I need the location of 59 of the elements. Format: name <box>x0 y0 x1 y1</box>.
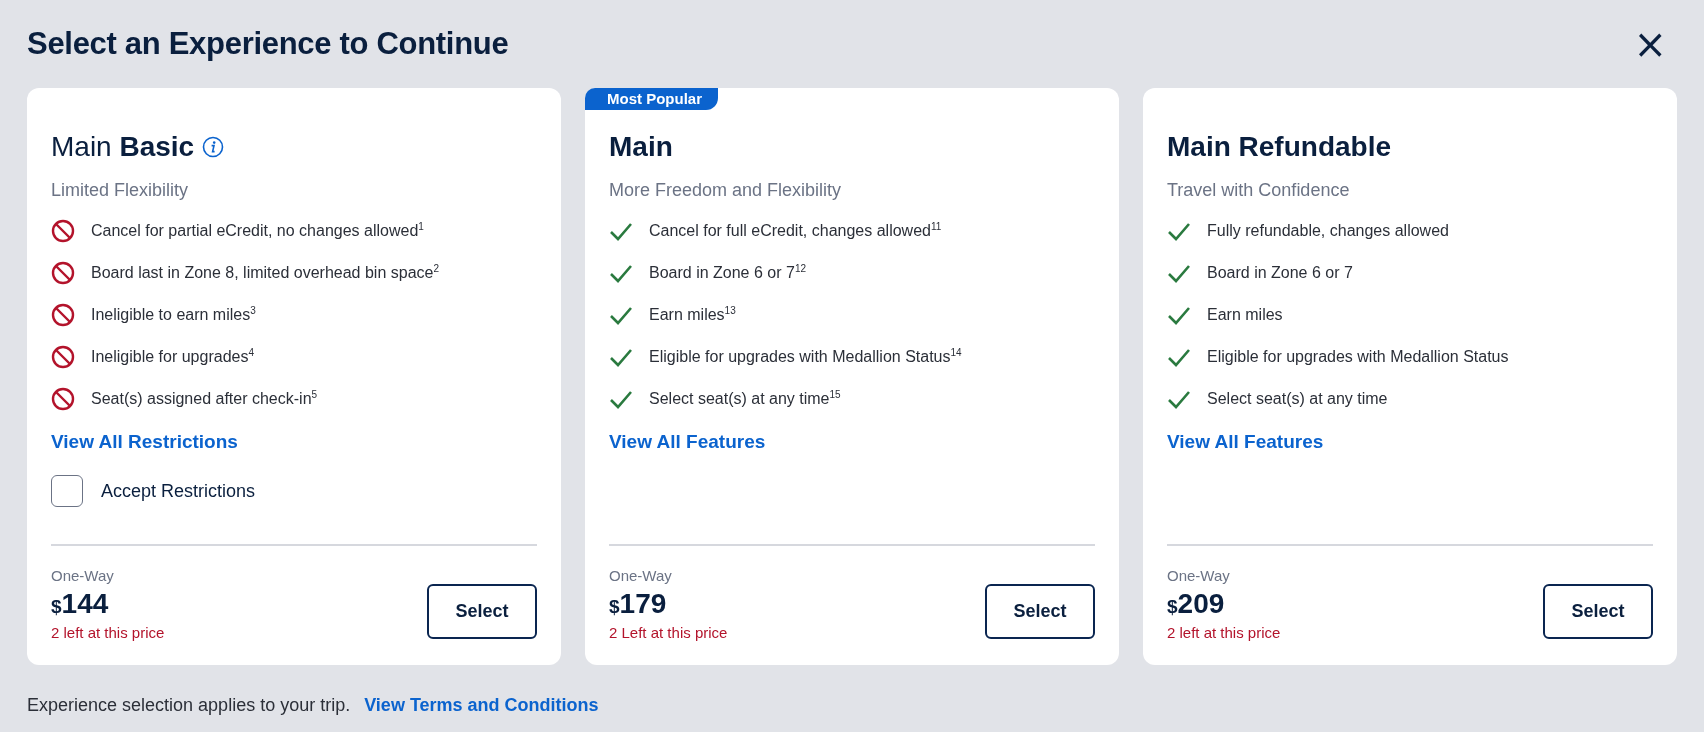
checkmark-icon <box>609 263 633 283</box>
feature-text: Select seat(s) at any time <box>1207 389 1388 409</box>
checkbox[interactable] <box>51 475 83 507</box>
feature-text: Eligible for upgrades with Medallion Status$^{14}$ <box>649 345 962 367</box>
checkmark-icon <box>1167 263 1191 283</box>
trip-type: One-Way <box>1167 566 1231 586</box>
feature-text: Board in Zone 6 or 7 <box>1207 263 1353 283</box>
view-all-link[interactable]: View All Restrictions <box>51 430 238 454</box>
price: $144 <box>51 588 110 621</box>
feature-text: Select seat(s) at any time$^{15}$ <box>649 387 841 409</box>
view-all-link[interactable]: View All Features <box>1167 430 1324 454</box>
fare-title: Main Basic <box>51 130 195 164</box>
feature-text: Fully refundable, changes allowed <box>1207 221 1449 241</box>
fare-subtitle: Travel with Confidence <box>1167 179 1351 202</box>
checkbox-label: Accept Restrictions <box>101 480 256 502</box>
footer-note: Experience selection applies to your trip. <box>27 695 351 716</box>
info-icon[interactable] <box>202 136 225 158</box>
prohibited-icon <box>51 219 75 243</box>
price: $209 <box>1167 588 1226 621</box>
prohibited-icon <box>51 387 75 411</box>
feature-text: Eligible for upgrades with Medallion Status <box>1207 347 1509 367</box>
select-button[interactable]: Select <box>985 584 1095 639</box>
trip-type: One-Way <box>609 566 673 586</box>
feature-text: Board last in Zone 8, limited overhead bin space$^{2}$ <box>91 261 439 283</box>
trip-type: One-Way <box>51 566 115 586</box>
price: $179 <box>609 588 668 621</box>
checkmark-icon <box>1167 305 1191 325</box>
availability-note: 2 Left at this price <box>609 623 728 643</box>
checkmark-icon <box>1167 347 1191 367</box>
checkmark-icon <box>609 389 633 409</box>
view-all-link[interactable]: View All Features <box>609 430 766 454</box>
checkmark-icon <box>609 305 633 325</box>
feature-text: Ineligible for upgrades$^{4}$ <box>91 345 254 367</box>
feature-text: Cancel for partial eCredit, no changes allowed$^{1}$ <box>91 219 424 241</box>
dialog-title: Select an Experience to Continue <box>27 26 509 62</box>
fare-subtitle: Limited Flexibility <box>51 179 190 202</box>
most-popular-badge: Most Popular <box>585 88 718 110</box>
checkmark-icon <box>609 347 633 367</box>
feature-text: Seat(s) assigned after check-in$^{5}$ <box>91 387 318 409</box>
fare-title: Main <box>609 130 673 164</box>
feature-text: Board in Zone 6 or 7$^{12}$ <box>649 261 806 283</box>
checkmark-icon <box>1167 221 1191 241</box>
feature-text: Earn miles <box>1207 305 1283 325</box>
feature-text: Cancel for full eCredit, changes allowed$^{11}$ <box>649 219 942 241</box>
prohibited-icon <box>51 345 75 369</box>
terms-link[interactable]: View Terms and Conditions <box>364 695 599 716</box>
fare-title: Main Refundable <box>1167 130 1391 164</box>
prohibited-icon <box>51 303 75 327</box>
availability-note: 2 left at this price <box>51 623 165 643</box>
feature-text: Earn miles$^{13}$ <box>649 303 736 325</box>
availability-note: 2 left at this price <box>1167 623 1281 643</box>
checkmark-icon <box>1167 389 1191 409</box>
feature-text: Ineligible to earn miles$^{3}$ <box>91 303 256 325</box>
close-button[interactable]: × <box>1633 24 1667 64</box>
fare-subtitle: More Freedom and Flexibility <box>609 179 843 202</box>
prohibited-icon <box>51 261 75 285</box>
select-button[interactable]: Select <box>427 584 537 639</box>
checkmark-icon <box>609 221 633 241</box>
select-button[interactable]: Select <box>1543 584 1653 639</box>
